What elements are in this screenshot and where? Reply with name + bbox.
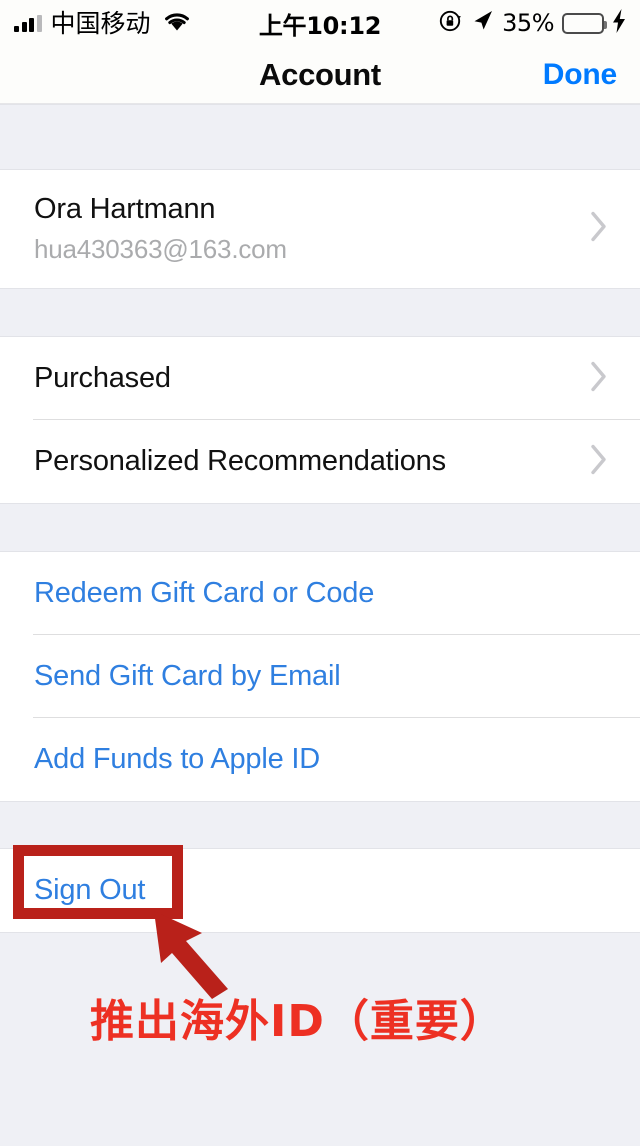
charging-bolt-icon	[612, 8, 626, 38]
navigation-bar: Account Done	[0, 46, 640, 104]
account-section: Ora Hartmann hua430363@163.com	[0, 170, 640, 288]
chevron-right-icon	[591, 444, 608, 479]
battery-percent-label: 35%	[502, 9, 554, 37]
account-email: hua430363@163.com	[34, 234, 287, 264]
account-name: Ora Hartmann	[34, 193, 216, 225]
battery-icon	[562, 12, 607, 34]
action-label: Send Gift Card by Email	[34, 660, 341, 692]
menu-section: Purchased Personalized Recommendations	[0, 337, 640, 503]
action-row-add-funds[interactable]: Add Funds to Apple ID	[0, 718, 640, 801]
action-label: Add Funds to Apple ID	[34, 743, 320, 775]
status-bar-left: 中国移动	[14, 10, 192, 37]
section-gap-top	[0, 104, 640, 170]
done-button[interactable]: Done	[543, 58, 617, 92]
chevron-right-icon	[591, 361, 608, 396]
wifi-icon	[162, 10, 192, 37]
annotation-text: 推出海外ID（重要）	[90, 996, 505, 1047]
section-gap-3	[0, 801, 640, 849]
action-row-redeem-gift-card[interactable]: Redeem Gift Card or Code	[0, 552, 640, 635]
action-row-send-gift-card[interactable]: Send Gift Card by Email	[0, 635, 640, 718]
menu-row-personalized-recommendations[interactable]: Personalized Recommendations	[0, 420, 640, 503]
chevron-right-icon	[591, 211, 608, 247]
phone-screen: 中国移动 上午10:12 35% Account Done Ora Hartma…	[0, 0, 640, 1146]
action-label: Redeem Gift Card or Code	[34, 577, 375, 609]
menu-label: Purchased	[34, 362, 171, 394]
account-row[interactable]: Ora Hartmann hua430363@163.com	[0, 170, 640, 288]
account-texts: Ora Hartmann hua430363@163.com	[34, 193, 287, 265]
actions-section: Redeem Gift Card or Code Send Gift Card …	[0, 552, 640, 801]
menu-row-purchased[interactable]: Purchased	[0, 337, 640, 420]
status-bar-right: 35%	[439, 8, 626, 38]
section-gap-2	[0, 503, 640, 552]
menu-label: Personalized Recommendations	[34, 445, 446, 477]
status-bar: 中国移动 上午10:12 35%	[0, 0, 640, 46]
rotation-lock-icon	[439, 9, 463, 38]
signout-section: Sign Out	[0, 849, 640, 932]
carrier-label: 中国移动	[50, 8, 151, 38]
location-arrow-icon	[471, 9, 494, 37]
signal-bars-icon	[14, 14, 42, 32]
section-gap-1	[0, 288, 640, 337]
sign-out-label: Sign Out	[34, 874, 146, 906]
sign-out-row[interactable]: Sign Out	[0, 849, 640, 932]
